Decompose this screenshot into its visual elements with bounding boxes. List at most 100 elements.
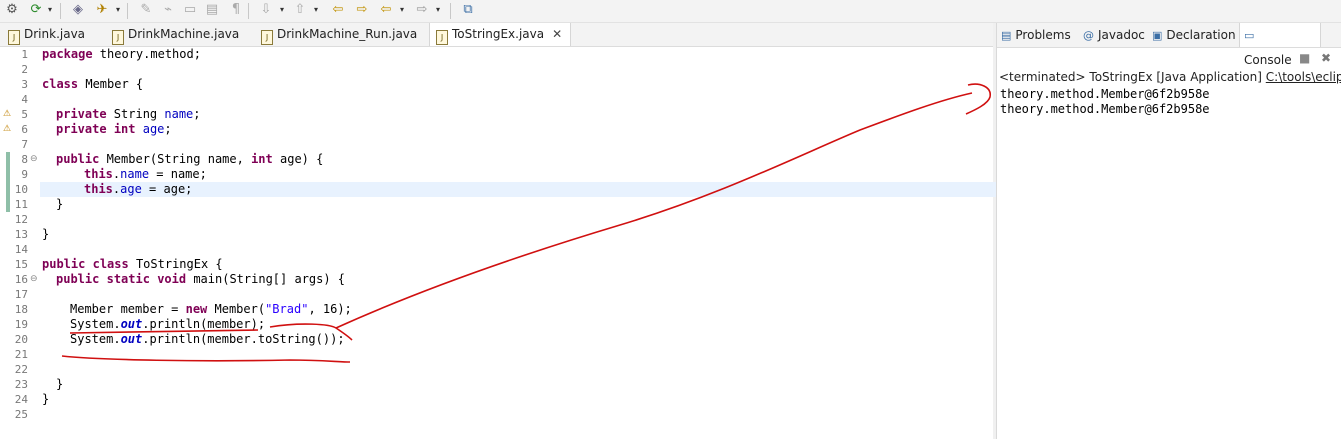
dropdown-icon[interactable]: ▾ [46, 2, 54, 18]
fold-collapse-icon[interactable]: ⊖ [30, 272, 40, 287]
code-text: , 16); [308, 302, 352, 316]
code-keyword: class [42, 77, 79, 91]
edit-icon[interactable]: ⌁ [160, 2, 176, 18]
line-number: 11 [14, 198, 28, 211]
console-output-line: theory.method.Member@6f2b958e [1000, 87, 1210, 101]
code-field: name [120, 167, 150, 181]
code-field: age [120, 182, 142, 196]
compare-icon[interactable]: ▭ [182, 2, 198, 18]
code-keyword: this [84, 182, 113, 196]
code-line: System.out.println(member); [40, 317, 1023, 332]
document-icon[interactable]: ▤ [204, 2, 220, 18]
line-number: 8 [21, 153, 28, 166]
dropdown-icon[interactable]: ▾ [312, 2, 320, 18]
code-editor: J Drink.java J DrinkMachine.java J DrinkMac… [0, 23, 1037, 439]
dropdown-icon[interactable]: ▾ [278, 2, 286, 18]
code-text: System. [70, 332, 121, 346]
code-keyword: int [113, 122, 136, 136]
tab-label: Declaration [1166, 28, 1236, 42]
code-line: } [40, 197, 1009, 212]
code-keyword: public [56, 272, 100, 286]
run-icon[interactable]: ✈ [94, 2, 110, 18]
tab-declaration[interactable]: ▣ Declaration [1152, 23, 1238, 47]
code-line: this.name = name; [40, 167, 1037, 182]
dropdown-icon[interactable]: ▾ [434, 2, 442, 18]
dropdown-icon[interactable]: ▾ [114, 2, 122, 18]
refresh-icon[interactable]: ⟳ [28, 2, 44, 18]
new-window-icon[interactable]: ⧉ [460, 2, 476, 18]
forward-icon[interactable]: ⇨ [414, 2, 430, 18]
line-number: 3 [21, 78, 28, 91]
forward-edit-icon[interactable]: ⇨ [354, 2, 370, 18]
line-number: 18 [14, 303, 28, 316]
stop-icon[interactable]: ■ [1299, 51, 1310, 67]
line-number: 6 [21, 123, 28, 136]
toolbar-separator [60, 3, 61, 19]
code-keyword: class [92, 257, 129, 271]
code-text: } [56, 377, 64, 391]
java-file-icon: J [436, 30, 448, 45]
line-number: 24 [14, 393, 28, 406]
java-file-icon: J [112, 30, 124, 45]
tab-console[interactable]: ▭Console ✕ [1239, 23, 1321, 67]
line-number: 4 [21, 93, 28, 106]
code-keyword: private [56, 107, 107, 121]
code-line: package theory.method; [40, 47, 995, 62]
line-number: 10 [14, 183, 28, 196]
line-number: 2 [21, 63, 28, 76]
tab-drinkmachine-java[interactable]: J DrinkMachine.java [112, 23, 252, 46]
tab-label: DrinkMachine_Run.java [277, 27, 418, 41]
main-toolbar: ⚙ ⟳ ▾ ◈ ✈ ▾ ✎ ⌁ ▭ ▤ ¶ ⇩ ▾ ⇧ ▾ ⇦ ⇨ ⇦ ▾ ⇨ … [0, 0, 1341, 23]
code-text: ; [193, 107, 201, 121]
code-text: Member member = [70, 302, 186, 316]
line-number: 22 [14, 363, 28, 376]
tab-problems[interactable]: ▤ Problems [1001, 23, 1077, 47]
last-edit-icon[interactable]: ⇦ [330, 2, 346, 18]
back-icon[interactable]: ⇦ [378, 2, 394, 18]
code-text-area[interactable]: package theory.method; class Member { pr… [40, 47, 1037, 439]
code-text: .println(member); [142, 317, 266, 331]
java-file-icon: J [8, 30, 20, 45]
code-line: class Member { [40, 77, 995, 92]
editor-tab-bar: J Drink.java J DrinkMachine.java J DrinkMac… [0, 23, 993, 47]
annotation-icon[interactable]: ✎ [138, 2, 154, 18]
code-text: Member(String name, [99, 152, 252, 166]
console-status-line: <terminated> ToStringEx [Java Applicatio… [999, 70, 1341, 84]
open-type-icon[interactable]: ◈ [70, 2, 86, 18]
code-keyword: public [56, 152, 100, 166]
remove-launch-icon[interactable]: ✖ [1321, 51, 1331, 67]
tab-drinkmachine-run-java[interactable]: J DrinkMachine_Run.java [261, 23, 421, 46]
line-number: 16 [14, 273, 28, 286]
console-icon: ▭ [1244, 29, 1255, 42]
toolbar-separator [450, 3, 451, 19]
tab-drink-java[interactable]: J Drink.java [8, 23, 98, 46]
dropdown-icon[interactable]: ▾ [398, 2, 406, 18]
code-line: } [40, 227, 995, 242]
code-line: System.out.println(member.toString()); [40, 332, 1023, 347]
code-keyword: new [185, 302, 208, 316]
close-icon[interactable]: ✕ [552, 27, 562, 41]
pilcrow-icon[interactable]: ¶ [228, 2, 244, 18]
terminated-label: <terminated> ToStringEx [Java Applicatio… [999, 70, 1266, 84]
previous-annotation-icon[interactable]: ⇧ [292, 2, 308, 18]
line-number: 19 [14, 318, 28, 331]
next-annotation-icon[interactable]: ⇩ [258, 2, 274, 18]
code-text: } [42, 392, 50, 406]
tab-label: Console [1244, 53, 1292, 67]
code-keyword: int [251, 152, 273, 166]
code-line: } [40, 377, 1009, 392]
tab-javadoc[interactable]: @ Javadoc [1083, 23, 1147, 47]
tab-tostringex-java[interactable]: J ToStringEx.java ✕ [429, 23, 571, 46]
tab-label: Problems [1015, 28, 1071, 42]
fold-collapse-icon[interactable]: ⊖ [30, 152, 40, 167]
code-text: .println(member.toString()); [142, 332, 345, 346]
code-text: System. [70, 317, 121, 331]
settings-icon[interactable]: ⚙ [4, 2, 20, 18]
code-text: main(String[] args) { [186, 272, 346, 286]
line-number: 14 [14, 243, 28, 256]
tab-label: Drink.java [24, 27, 86, 41]
line-number-gutter: ⚠ ⚠ ⊖ ⊖ 1 2 3 4 5 6 7 8 9 10 11 12 13 14… [0, 47, 40, 439]
line-number: 23 [14, 378, 28, 391]
